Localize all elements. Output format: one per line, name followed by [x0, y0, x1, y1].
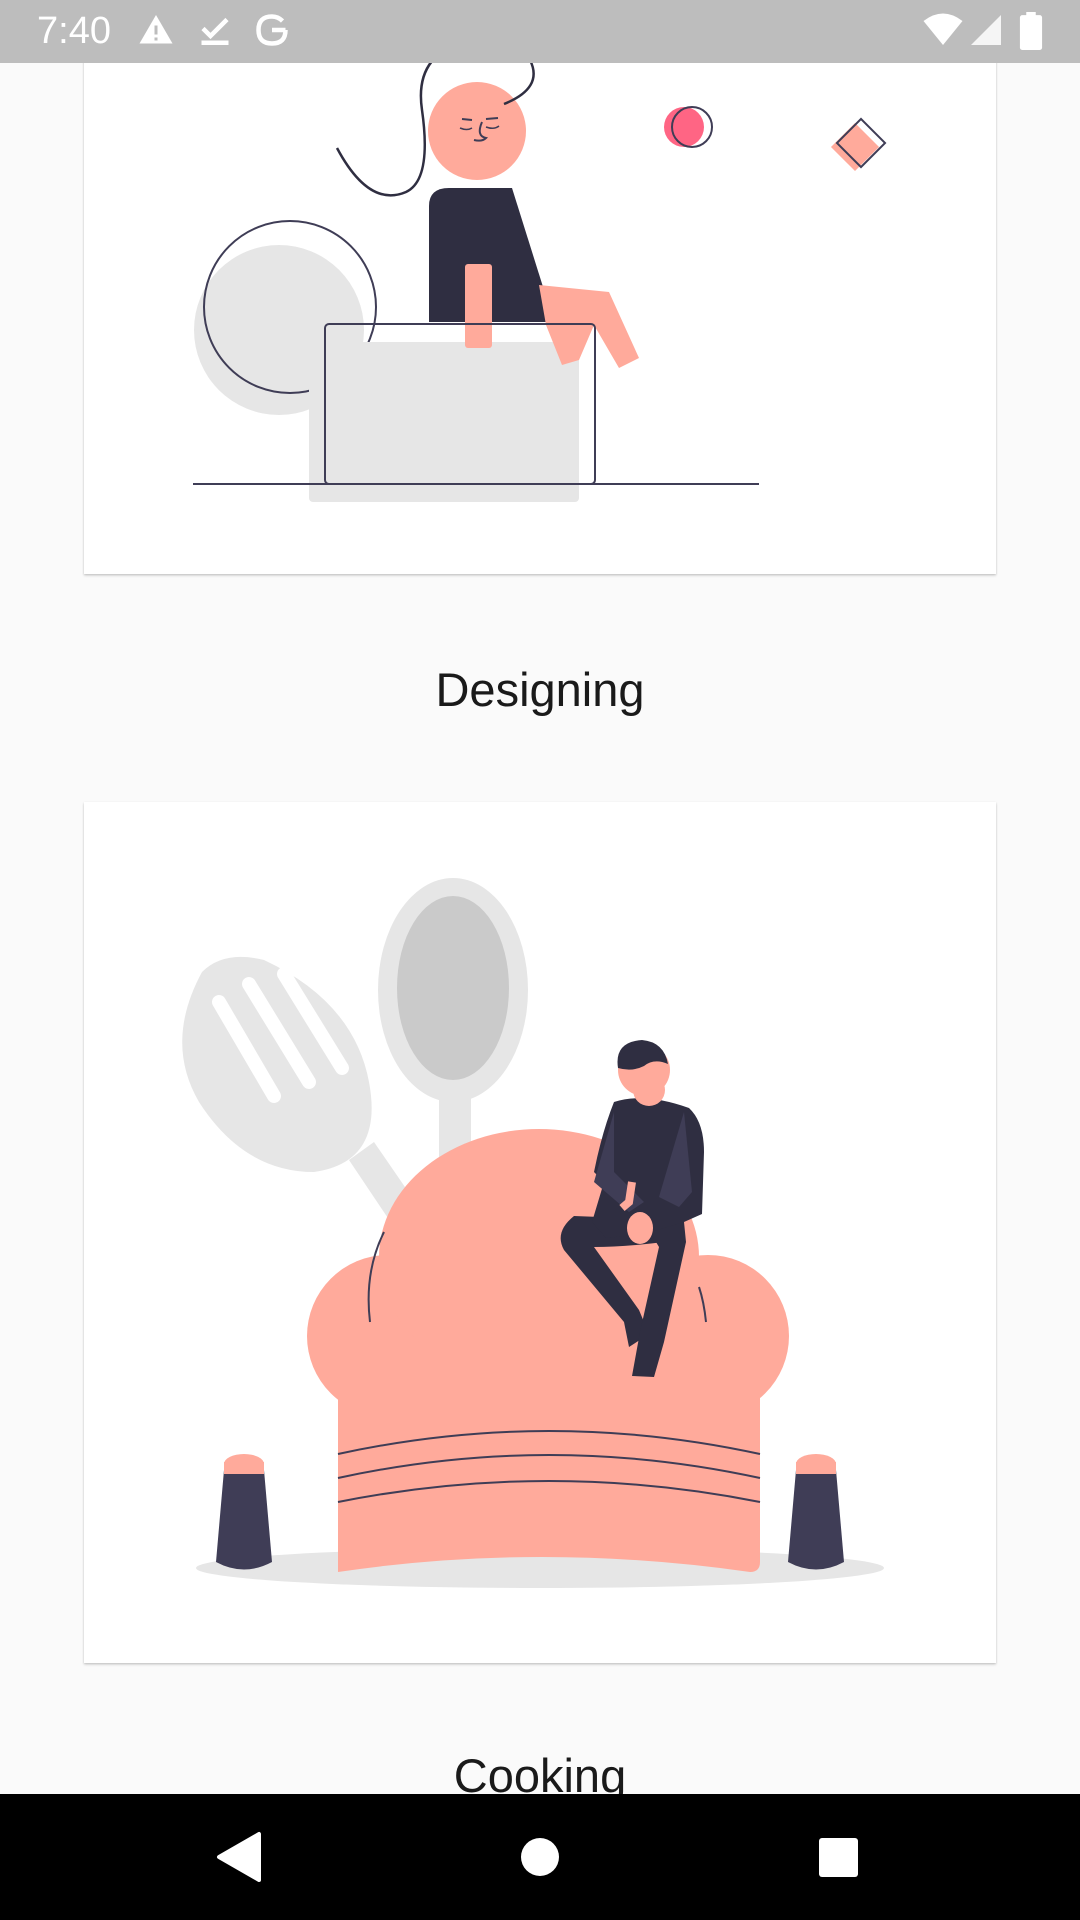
google-icon — [256, 14, 288, 46]
warning-icon — [139, 15, 173, 44]
screen: Designing Cooking 7:40 — [0, 0, 1080, 1920]
activity-card-designing[interactable] — [84, 0, 996, 574]
home-icon — [521, 1838, 559, 1876]
recents-button[interactable] — [768, 1794, 908, 1920]
status-bar: 7:40 — [0, 0, 1080, 63]
home-button[interactable] — [470, 1794, 610, 1920]
check-download-icon — [201, 17, 229, 45]
status-time: 7:40 — [37, 10, 111, 52]
battery-icon — [1019, 12, 1043, 50]
activity-label-cooking: Cooking — [453, 1749, 627, 1794]
wifi-icon — [923, 13, 963, 45]
cooking-illustration — [182, 878, 884, 1588]
activity-feed[interactable]: Designing Cooking — [0, 0, 1080, 1794]
designing-illustration — [193, 38, 887, 502]
activity-label-designing: Designing — [435, 663, 645, 716]
cell-signal-icon — [971, 15, 1001, 45]
activity-card-cooking[interactable] — [84, 802, 996, 1663]
recents-icon — [819, 1838, 858, 1877]
back-button[interactable] — [169, 1794, 309, 1920]
navigation-bar — [0, 1794, 1080, 1920]
back-icon — [217, 1832, 261, 1882]
